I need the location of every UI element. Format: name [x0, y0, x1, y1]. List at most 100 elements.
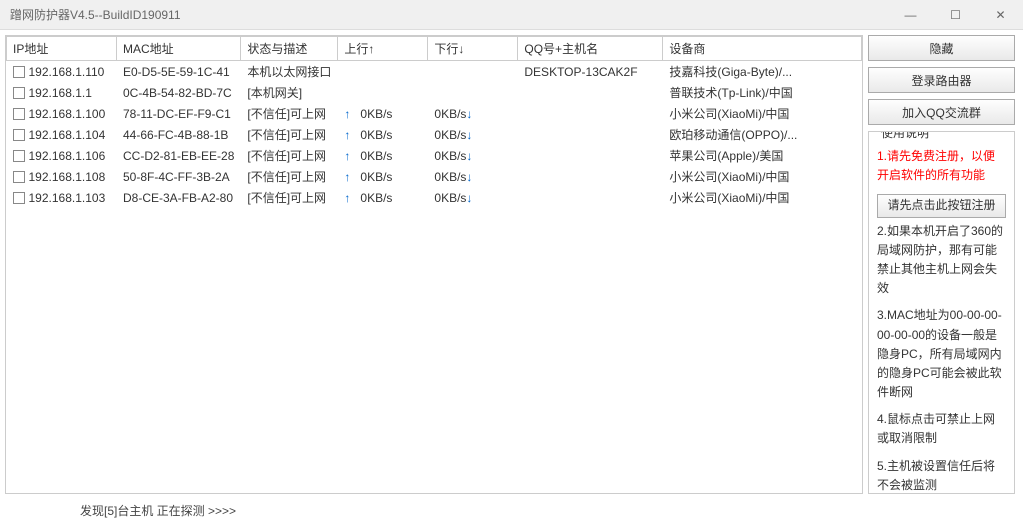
- cell-ip: 192.168.1.100: [7, 103, 117, 124]
- device-table: IP地址 MAC地址 状态与描述 上行↑ 下行↓ QQ号+主机名 设备商 192…: [6, 36, 862, 208]
- row-checkbox[interactable]: [13, 66, 25, 78]
- cell-mac: D8-CE-3A-FB-A2-80: [117, 187, 241, 208]
- main-content: IP地址 MAC地址 状态与描述 上行↑ 下行↓ QQ号+主机名 设备商 192…: [0, 30, 1023, 499]
- down-arrow-icon: ↓: [466, 191, 472, 205]
- status-text: 发现[5]台主机 正在探测 >>>>: [80, 502, 236, 519]
- cell-down: 0KB/s↓: [428, 166, 518, 187]
- tip-1: 1.请先免费注册，以便开启软件的所有功能: [877, 147, 1006, 185]
- cell-vendor: 小米公司(XiaoMi)/中国: [663, 103, 862, 124]
- cell-mac: 50-8F-4C-FF-3B-2A: [117, 166, 241, 187]
- cell-vendor: 欧珀移动通信(OPPO)/...: [663, 124, 862, 145]
- close-button[interactable]: ✕: [978, 0, 1023, 30]
- join-qq-button[interactable]: 加入QQ交流群: [868, 99, 1015, 125]
- cell-up: ↑ 0KB/s: [338, 187, 428, 208]
- table-header-row: IP地址 MAC地址 状态与描述 上行↑ 下行↓ QQ号+主机名 设备商: [7, 37, 862, 61]
- cell-qq: [518, 124, 663, 145]
- tip-5: 5.主机被设置信任后将不会被监测: [877, 457, 1006, 494]
- cell-up: ↑ 0KB/s: [338, 103, 428, 124]
- cell-up: ↑ 0KB/s: [338, 166, 428, 187]
- cell-mac: E0-D5-5E-59-1C-41: [117, 61, 241, 83]
- status-bar: 发现[5]台主机 正在探测 >>>>: [0, 499, 1023, 521]
- hide-button[interactable]: 隐藏: [868, 35, 1015, 61]
- down-arrow-icon: ↓: [466, 128, 472, 142]
- col-header-qq[interactable]: QQ号+主机名: [518, 37, 663, 61]
- cell-qq: [518, 187, 663, 208]
- window-controls: — ☐ ✕: [888, 0, 1023, 30]
- cell-status: [不信任]可上网: [241, 145, 338, 166]
- row-checkbox[interactable]: [13, 129, 25, 141]
- down-arrow-icon: ↓: [466, 149, 472, 163]
- cell-vendor: 苹果公司(Apple)/美国: [663, 145, 862, 166]
- cell-down: [428, 82, 518, 103]
- table-row[interactable]: 192.168.1.10850-8F-4C-FF-3B-2A[不信任]可上网↑ …: [7, 166, 862, 187]
- row-checkbox[interactable]: [13, 87, 25, 99]
- table-row[interactable]: 192.168.1.106CC-D2-81-EB-EE-28[不信任]可上网↑ …: [7, 145, 862, 166]
- row-checkbox[interactable]: [13, 150, 25, 162]
- cell-vendor: 技嘉科技(Giga-Byte)/...: [663, 61, 862, 83]
- device-table-wrapper: IP地址 MAC地址 状态与描述 上行↑ 下行↓ QQ号+主机名 设备商 192…: [6, 36, 862, 493]
- maximize-button[interactable]: ☐: [933, 0, 978, 30]
- row-checkbox[interactable]: [13, 108, 25, 120]
- cell-ip: 192.168.1.1: [7, 82, 117, 103]
- login-router-button[interactable]: 登录路由器: [868, 67, 1015, 93]
- col-header-mac[interactable]: MAC地址: [117, 37, 241, 61]
- cell-ip: 192.168.1.103: [7, 187, 117, 208]
- cell-down: 0KB/s↓: [428, 103, 518, 124]
- cell-mac: CC-D2-81-EB-EE-28: [117, 145, 241, 166]
- col-header-down[interactable]: 下行↓: [428, 37, 518, 61]
- cell-down: 0KB/s↓: [428, 124, 518, 145]
- cell-qq: [518, 166, 663, 187]
- window-title: 蹭网防护器V4.5--BuildID190911: [10, 6, 888, 23]
- down-arrow-icon: ↓: [466, 107, 472, 121]
- table-body: 192.168.1.110E0-D5-5E-59-1C-41本机以太网接口 DES…: [7, 61, 862, 209]
- cell-up: [338, 82, 428, 103]
- col-header-ip[interactable]: IP地址: [7, 37, 117, 61]
- titlebar: 蹭网防护器V4.5--BuildID190911 — ☐ ✕: [0, 0, 1023, 30]
- table-row[interactable]: 192.168.1.10078-11-DC-EF-F9-C1[不信任]可上网↑ …: [7, 103, 862, 124]
- table-row[interactable]: 192.168.1.110E0-D5-5E-59-1C-41本机以太网接口 DES…: [7, 61, 862, 83]
- cell-ip: 192.168.1.108: [7, 166, 117, 187]
- register-button[interactable]: 请先点击此按钮注册: [877, 194, 1006, 218]
- up-arrow-icon: ↑: [344, 191, 350, 205]
- table-row[interactable]: 192.168.1.10444-66-FC-4B-88-1B[不信任]可上网↑ …: [7, 124, 862, 145]
- cell-status: [不信任]可上网: [241, 124, 338, 145]
- row-checkbox[interactable]: [13, 171, 25, 183]
- cell-vendor: 普联技术(Tp-Link)/中国: [663, 82, 862, 103]
- up-arrow-icon: ↑: [344, 149, 350, 163]
- cell-mac: 78-11-DC-EF-F9-C1: [117, 103, 241, 124]
- cell-mac: 44-66-FC-4B-88-1B: [117, 124, 241, 145]
- cell-status: [不信任]可上网: [241, 103, 338, 124]
- cell-qq: DESKTOP-13CAK2F: [518, 61, 663, 83]
- down-arrow-icon: ↓: [466, 170, 472, 184]
- instructions-panel: 使用说明 1.请先免费注册，以便开启软件的所有功能 请先点击此按钮注册 2.如果…: [868, 131, 1015, 494]
- row-checkbox[interactable]: [13, 192, 25, 204]
- table-row[interactable]: 192.168.1.103D8-CE-3A-FB-A2-80[不信任]可上网↑ …: [7, 187, 862, 208]
- cell-down: 0KB/s↓: [428, 187, 518, 208]
- up-arrow-icon: ↑: [344, 107, 350, 121]
- col-header-status[interactable]: 状态与描述: [241, 37, 338, 61]
- cell-status: [本机网关]: [241, 82, 338, 103]
- tip-3: 3.MAC地址为00-00-00-00-00-00的设备一般是隐身PC，所有局域…: [877, 306, 1006, 402]
- cell-qq: [518, 103, 663, 124]
- cell-up: ↑ 0KB/s: [338, 145, 428, 166]
- panel-title: 使用说明: [877, 131, 1006, 143]
- cell-down: [428, 61, 518, 83]
- col-header-vendor[interactable]: 设备商: [663, 37, 862, 61]
- cell-status: [不信任]可上网: [241, 187, 338, 208]
- minimize-button[interactable]: —: [888, 0, 933, 30]
- cell-down: 0KB/s↓: [428, 145, 518, 166]
- col-header-up[interactable]: 上行↑: [338, 37, 428, 61]
- cell-ip: 192.168.1.104: [7, 124, 117, 145]
- cell-ip: 192.168.1.110: [7, 61, 117, 83]
- cell-qq: [518, 145, 663, 166]
- side-panel: 隐藏 登录路由器 加入QQ交流群 使用说明 1.请先免费注册，以便开启软件的所有…: [868, 30, 1023, 499]
- cell-qq: [518, 82, 663, 103]
- cell-status: [不信任]可上网: [241, 166, 338, 187]
- cell-mac: 0C-4B-54-82-BD-7C: [117, 82, 241, 103]
- cell-up: ↑ 0KB/s: [338, 124, 428, 145]
- cell-status: 本机以太网接口: [241, 61, 338, 83]
- table-row[interactable]: 192.168.1.10C-4B-54-82-BD-7C[本机网关] 普联技术(T…: [7, 82, 862, 103]
- tip-4: 4.鼠标点击可禁止上网或取消限制: [877, 410, 1006, 448]
- cell-up: [338, 61, 428, 83]
- cell-ip: 192.168.1.106: [7, 145, 117, 166]
